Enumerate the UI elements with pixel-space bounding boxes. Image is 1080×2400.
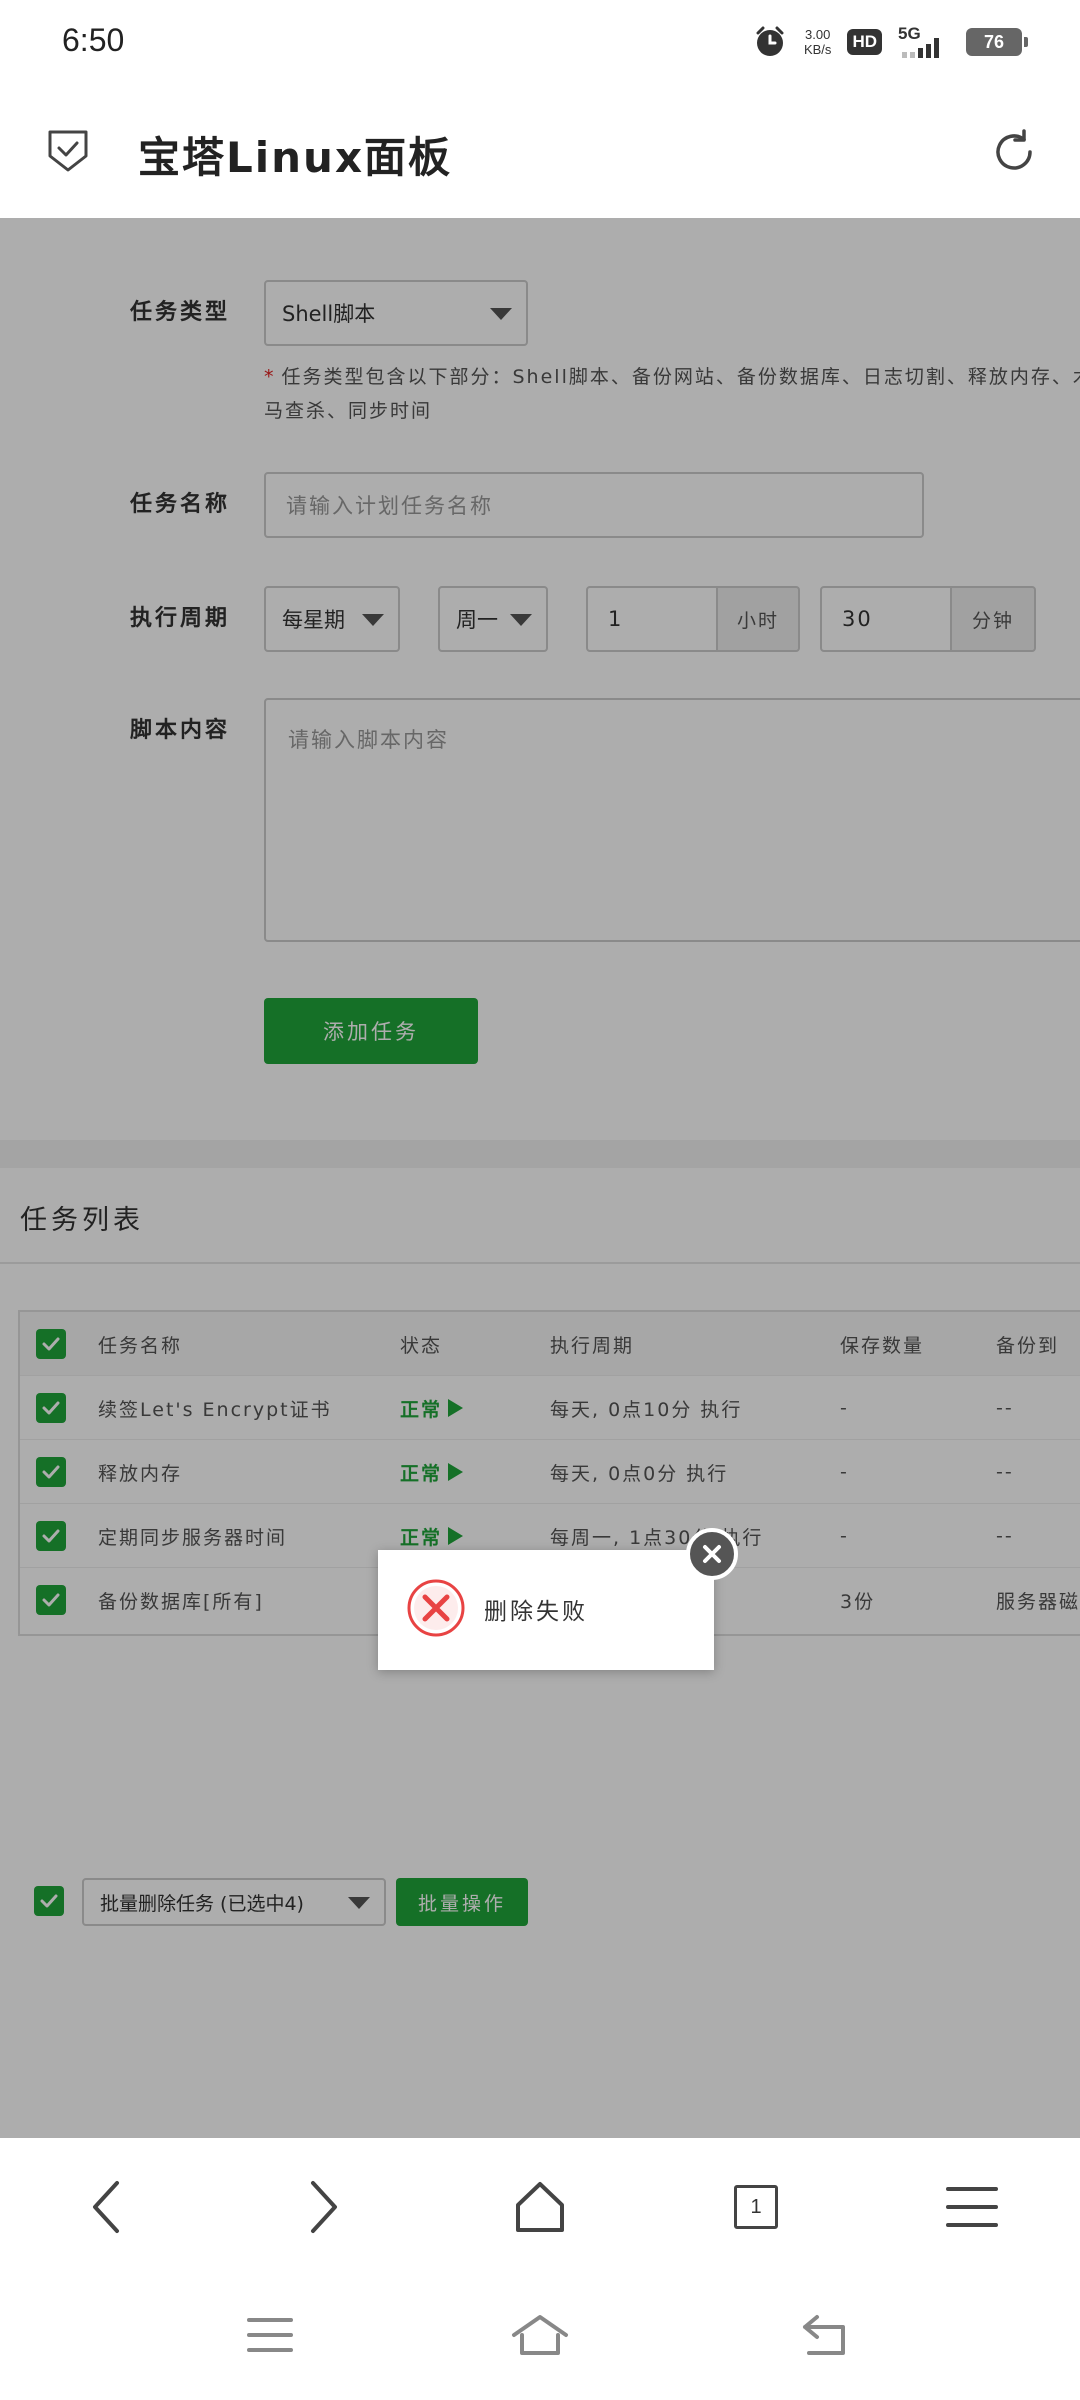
- system-navigation-bar: [0, 2274, 1080, 2400]
- battery-icon: 76: [966, 28, 1028, 56]
- tab-count: 1: [734, 2185, 778, 2229]
- browser-toolbar: 1: [0, 2138, 1080, 2274]
- app-header: 宝塔Linux面板: [0, 84, 1080, 218]
- tabs-icon[interactable]: 1: [721, 2172, 791, 2242]
- close-icon[interactable]: [686, 1528, 738, 1580]
- net-speed-value: 3.00: [805, 27, 831, 42]
- toast-message: 删除失败: [484, 1599, 588, 1625]
- system-home-icon[interactable]: [505, 2300, 575, 2370]
- error-toast: 删除失败: [378, 1550, 714, 1670]
- status-time: 6:50: [62, 22, 125, 58]
- net-speed-unit: KB/s: [803, 42, 832, 57]
- status-bar: 6:50 3.00 KB/s HD 5G 76: [0, 0, 1080, 84]
- system-back-icon[interactable]: [790, 2300, 860, 2370]
- shield-icon[interactable]: [40, 122, 96, 178]
- signal-icon: 5G: [898, 24, 950, 60]
- alarm-icon: [756, 26, 784, 56]
- home-icon[interactable]: [505, 2172, 575, 2242]
- refresh-icon[interactable]: [984, 122, 1044, 182]
- modal-overlay[interactable]: [0, 218, 1080, 2138]
- error-x-icon: [407, 1579, 465, 1637]
- back-icon[interactable]: [72, 2172, 142, 2242]
- menu-icon[interactable]: [937, 2172, 1007, 2242]
- forward-icon[interactable]: [288, 2172, 358, 2242]
- net-speed: 3.00 KB/s: [804, 27, 831, 57]
- page-title: 宝塔Linux面板: [138, 133, 453, 182]
- hd-badge: HD: [847, 29, 882, 55]
- status-icons: 3.00 KB/s HD 5G 76: [752, 20, 1028, 64]
- recent-apps-icon[interactable]: [235, 2300, 305, 2370]
